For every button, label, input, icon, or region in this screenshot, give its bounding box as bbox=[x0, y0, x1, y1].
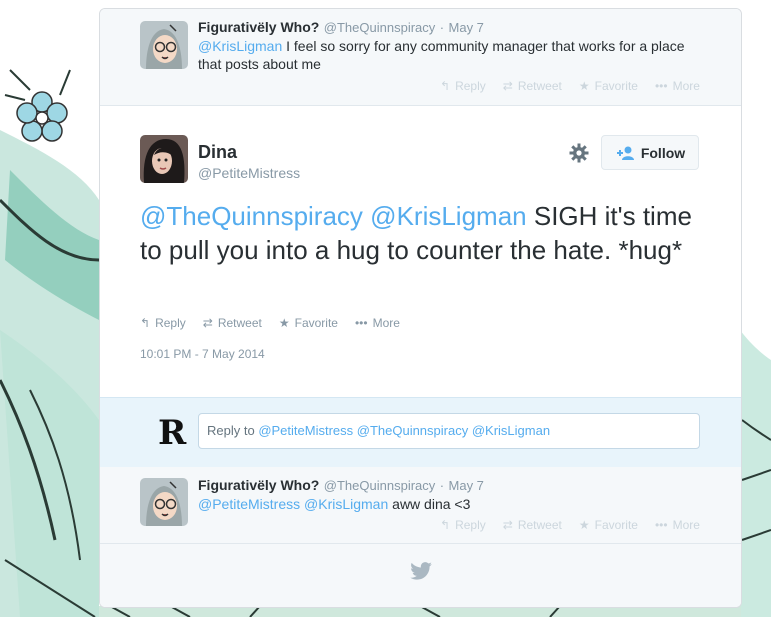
main-tweet-actions: ↰ Reply ⇄ Retweet ★ Favorite ••• More bbox=[140, 316, 400, 330]
tweet-text: @KrisLigman I feel so sorry for any comm… bbox=[198, 37, 698, 73]
svg-text:R: R bbox=[158, 414, 187, 448]
mention-link[interactable]: @PetiteMistress bbox=[198, 496, 300, 512]
ellipsis-icon: ••• bbox=[354, 316, 368, 330]
tweet-text: @PetiteMistress @KrisLigman aww dina <3 bbox=[198, 495, 698, 513]
main-author-handle[interactable]: @PetiteMistress bbox=[198, 165, 300, 181]
add-user-icon bbox=[616, 146, 634, 160]
tweet-actions: ↰ Reply ⇄ Retweet ★ Favorite ••• More bbox=[440, 518, 700, 532]
quinnspiracy-avatar[interactable] bbox=[140, 478, 188, 526]
reply-button[interactable]: ↰ Reply bbox=[440, 518, 486, 532]
retweet-label: Retweet bbox=[217, 316, 262, 330]
tweet-author-name[interactable]: Figurativëly Who? bbox=[198, 19, 319, 35]
tweet-date[interactable]: May 7 bbox=[449, 478, 484, 493]
retweet-icon: ⇄ bbox=[502, 79, 513, 93]
retweet-label: Retweet bbox=[517, 518, 562, 532]
dina-avatar[interactable] bbox=[140, 135, 188, 183]
mention-link[interactable]: @KrisLigman bbox=[198, 38, 282, 54]
gear-icon[interactable] bbox=[569, 143, 589, 163]
ellipsis-icon: ••• bbox=[654, 518, 668, 532]
follow-button[interactable]: Follow bbox=[601, 135, 699, 170]
context-tweet-above[interactable]: Figurativëly Who? @TheQuinnspiracy · May… bbox=[100, 9, 741, 106]
retweet-icon: ⇄ bbox=[502, 518, 513, 532]
main-tweet-text: @TheQuinnspiracy @KrisLigman SIGH it's t… bbox=[140, 199, 710, 267]
reply-label: Reply bbox=[455, 518, 486, 532]
star-icon: ★ bbox=[278, 316, 290, 330]
more-label: More bbox=[672, 79, 700, 93]
favorite-button[interactable]: ★ Favorite bbox=[579, 79, 638, 93]
mention-link[interactable]: @TheQuinnspiracy bbox=[140, 201, 363, 231]
more-button[interactable]: ••• More bbox=[655, 518, 700, 532]
separator-dot: · bbox=[439, 478, 445, 493]
retweet-icon: ⇄ bbox=[202, 316, 213, 330]
reply-icon: ↰ bbox=[440, 518, 451, 532]
favorite-label: Favorite bbox=[594, 518, 638, 532]
context-tweet-below[interactable]: Figurativëly Who? @TheQuinnspiracy · May… bbox=[100, 467, 741, 544]
reply-bar: R Reply to @PetiteMistress @TheQuinnspir… bbox=[100, 397, 741, 468]
twitter-bird-icon[interactable] bbox=[410, 562, 432, 580]
reply-prefix: Reply to bbox=[207, 423, 259, 438]
mention-link[interactable]: @KrisLigman bbox=[304, 496, 388, 512]
retweet-label: Retweet bbox=[517, 79, 562, 93]
retweet-button[interactable]: ⇄ Retweet bbox=[503, 79, 562, 93]
star-icon: ★ bbox=[578, 79, 590, 93]
tweet-date[interactable]: May 7 bbox=[449, 20, 484, 35]
more-button[interactable]: ••• More bbox=[355, 316, 400, 330]
follow-label: Follow bbox=[640, 144, 686, 161]
more-label: More bbox=[372, 316, 400, 330]
reply-input[interactable]: Reply to @PetiteMistress @TheQuinnspirac… bbox=[198, 413, 700, 449]
favorite-button[interactable]: ★ Favorite bbox=[579, 518, 638, 532]
more-label: More bbox=[672, 518, 700, 532]
retweet-button[interactable]: ⇄ Retweet bbox=[503, 518, 562, 532]
reply-button[interactable]: ↰ Reply bbox=[140, 316, 186, 330]
separator-dot: · bbox=[439, 20, 445, 35]
quinnspiracy-avatar[interactable] bbox=[140, 21, 188, 69]
tweet-author-handle[interactable]: @TheQuinnspiracy bbox=[324, 20, 435, 35]
tweet-author-name[interactable]: Figurativëly Who? bbox=[198, 477, 319, 493]
mention-link[interactable]: @KrisLigman bbox=[370, 201, 526, 231]
reply-button[interactable]: ↰ Reply bbox=[440, 79, 486, 93]
star-icon: ★ bbox=[578, 518, 590, 532]
retweet-button[interactable]: ⇄ Retweet bbox=[203, 316, 262, 330]
tweet-timestamp[interactable]: 10:01 PM - 7 May 2014 bbox=[140, 347, 265, 361]
tweet-actions: ↰ Reply ⇄ Retweet ★ Favorite ••• More bbox=[440, 79, 700, 93]
ellipsis-icon: ••• bbox=[654, 79, 668, 93]
favorite-label: Favorite bbox=[594, 79, 638, 93]
user-avatar-r-icon: R bbox=[158, 414, 187, 448]
favorite-button[interactable]: ★ Favorite bbox=[279, 316, 338, 330]
tweet-text-body: aww dina <3 bbox=[388, 496, 471, 512]
reply-icon: ↰ bbox=[440, 79, 451, 93]
more-button[interactable]: ••• More bbox=[655, 79, 700, 93]
tweet-author-handle[interactable]: @TheQuinnspiracy bbox=[324, 478, 435, 493]
reply-icon: ↰ bbox=[140, 316, 151, 330]
main-author-name[interactable]: Dina bbox=[198, 142, 237, 163]
tweet-card: Figurativëly Who? @TheQuinnspiracy · May… bbox=[99, 8, 742, 608]
reply-mentions: @PetiteMistress @TheQuinnspiracy @KrisLi… bbox=[258, 423, 551, 438]
reply-label: Reply bbox=[455, 79, 486, 93]
favorite-label: Favorite bbox=[294, 316, 338, 330]
reply-label: Reply bbox=[155, 316, 186, 330]
